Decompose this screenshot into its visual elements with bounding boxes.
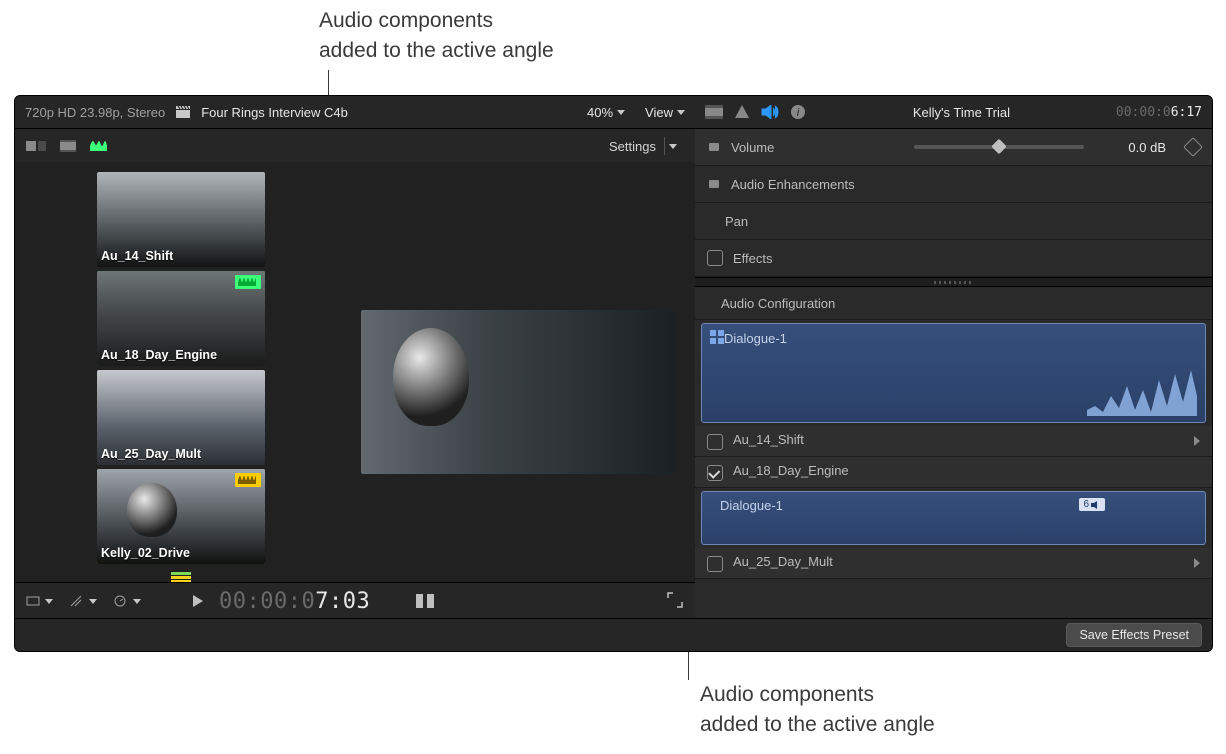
angle-label: Au_25_Day_Mult bbox=[101, 447, 201, 461]
component-checkbox[interactable] bbox=[707, 465, 723, 481]
expand-icon[interactable] bbox=[1194, 436, 1200, 446]
component-dialogue-1-primary[interactable]: Dialogue-1 bbox=[701, 323, 1206, 423]
pan-label: Pan bbox=[725, 214, 1200, 229]
viewer-toolbar: Settings bbox=[15, 129, 695, 164]
multicam-grid-icon bbox=[710, 330, 724, 347]
audio-config-header: Audio Configuration bbox=[695, 287, 1212, 320]
angle-label: Au_18_Day_Engine bbox=[101, 348, 217, 362]
angle-au-25-day-mult[interactable]: Au_25_Day_Mult bbox=[97, 370, 265, 465]
component-name: Dialogue-1 bbox=[724, 331, 787, 346]
component-dialogue-1-sub[interactable]: Dialogue-1 6 bbox=[701, 491, 1206, 545]
preview-image bbox=[393, 328, 469, 426]
timecode-prefix: 00:00:0 bbox=[219, 589, 315, 614]
audio-waveform-icon bbox=[235, 275, 261, 289]
angle-label: Kelly_02_Drive bbox=[101, 546, 190, 560]
component-name: Au_14_Shift bbox=[733, 432, 1184, 447]
chevron-down-icon bbox=[669, 144, 677, 149]
angle-au-14-shift[interactable]: Au_14_Shift bbox=[97, 172, 265, 267]
annotation-top: Audio components added to the active ang… bbox=[319, 6, 554, 67]
angle-au-18-day-engine[interactable]: Au_18_Day_Engine bbox=[97, 271, 265, 366]
viewer-footer bbox=[15, 618, 695, 651]
viewer-clip-title: Four Rings Interview C4b bbox=[201, 105, 577, 120]
audio-enhancements-row: Audio Enhancements bbox=[695, 166, 1212, 203]
component-name: Au_18_Day_Engine bbox=[733, 463, 1190, 478]
pan-row: Pan bbox=[695, 203, 1212, 240]
component-name: Dialogue-1 bbox=[720, 498, 783, 513]
clapperboard-icon bbox=[175, 105, 191, 119]
app-window: 720p HD 23.98p, Stereo Four Rings Interv… bbox=[14, 95, 1213, 652]
chevron-down-icon bbox=[45, 599, 53, 604]
component-checkbox[interactable] bbox=[707, 556, 723, 572]
chevron-down-icon bbox=[677, 110, 685, 115]
chevron-down-icon bbox=[617, 110, 625, 115]
play-button[interactable] bbox=[193, 595, 203, 607]
angle-list: Au_14_Shift Au_18_Day_Engine Au_25_Day_M… bbox=[97, 172, 265, 564]
component-name: Au_25_Day_Mult bbox=[733, 554, 1184, 569]
retime-menu[interactable] bbox=[113, 594, 141, 608]
audio-inspector-tab[interactable] bbox=[761, 103, 779, 121]
disclosure-icon[interactable] bbox=[707, 140, 721, 154]
component-au-25-day-mult[interactable]: Au_25_Day_Mult bbox=[695, 548, 1212, 579]
viewer-view-label: View bbox=[645, 105, 673, 120]
angle-viewer: 720p HD 23.98p, Stereo Four Rings Interv… bbox=[15, 96, 696, 651]
effects-label: Effects bbox=[733, 251, 1200, 266]
viewer-preview bbox=[361, 310, 675, 474]
audio-config-label: Audio Configuration bbox=[721, 296, 835, 311]
color-menu[interactable] bbox=[69, 594, 97, 608]
enhancements-label: Audio Enhancements bbox=[731, 177, 1200, 192]
switch-video-icon[interactable] bbox=[57, 135, 79, 157]
component-au-18-day-engine[interactable]: Au_18_Day_Engine bbox=[695, 457, 1212, 488]
inspector-clip-name: Kelly's Time Trial bbox=[817, 105, 1106, 120]
audio-inspector: i Kelly's Time Trial 00:00:06:17 Volume … bbox=[695, 96, 1212, 651]
volume-value[interactable]: 0.0 dB bbox=[1096, 140, 1166, 155]
inspector-header: i Kelly's Time Trial 00:00:06:17 bbox=[695, 96, 1212, 129]
inspector-footer: Save Effects Preset bbox=[695, 618, 1212, 651]
viewer-zoom-menu[interactable]: 40% bbox=[587, 105, 625, 120]
generator-inspector-tab[interactable] bbox=[733, 103, 751, 121]
component-au-14-shift[interactable]: Au_14_Shift bbox=[695, 426, 1212, 457]
settings-label: Settings bbox=[609, 139, 656, 154]
chevron-down-icon bbox=[89, 599, 97, 604]
timecode-active: 7:03 bbox=[315, 589, 370, 614]
info-inspector-tab[interactable]: i bbox=[789, 103, 807, 121]
switch-audio-icon[interactable] bbox=[89, 135, 111, 157]
loop-indicator-icon bbox=[416, 594, 434, 608]
chevron-down-icon bbox=[133, 599, 141, 604]
section-drag-handle[interactable] bbox=[695, 277, 1212, 287]
surround-channel-badge: 6 bbox=[1079, 498, 1105, 511]
fullscreen-button[interactable] bbox=[667, 592, 683, 611]
inspector-timecode: 00:00:06:17 bbox=[1116, 105, 1202, 120]
viewer-format: 720p HD 23.98p, Stereo bbox=[25, 105, 165, 120]
viewer-view-menu[interactable]: View bbox=[645, 105, 685, 120]
keyframe-button[interactable] bbox=[1183, 137, 1203, 157]
effects-row: Effects bbox=[695, 240, 1212, 277]
viewer-timecode[interactable]: 00:00:07:03 bbox=[219, 589, 370, 614]
waveform-icon bbox=[1087, 366, 1197, 416]
video-inspector-tab[interactable] bbox=[705, 103, 723, 121]
switch-video-audio-icon[interactable] bbox=[25, 135, 47, 157]
viewer-transport-bar: 00:00:07:03 bbox=[15, 582, 695, 619]
viewer-title-bar: 720p HD 23.98p, Stereo Four Rings Interv… bbox=[15, 96, 695, 129]
volume-slider[interactable] bbox=[914, 145, 1084, 149]
transform-menu[interactable] bbox=[25, 594, 53, 608]
save-effects-preset-button[interactable]: Save Effects Preset bbox=[1066, 623, 1202, 647]
angle-kelly-02-drive[interactable]: Kelly_02_Drive bbox=[97, 469, 265, 564]
disclosure-icon[interactable] bbox=[707, 177, 721, 191]
effects-checkbox[interactable] bbox=[707, 250, 723, 266]
annotation-bottom: Audio components added to the active ang… bbox=[700, 680, 935, 741]
angle-label: Au_14_Shift bbox=[101, 249, 173, 263]
component-checkbox[interactable] bbox=[707, 434, 723, 450]
viewer-body: Au_14_Shift Au_18_Day_Engine Au_25_Day_M… bbox=[15, 162, 695, 582]
expand-icon[interactable] bbox=[1194, 558, 1200, 568]
volume-label: Volume bbox=[731, 140, 914, 155]
angle-settings-menu[interactable]: Settings bbox=[601, 135, 685, 157]
volume-row: Volume 0.0 dB bbox=[695, 129, 1212, 166]
audio-waveform-icon bbox=[235, 473, 261, 487]
viewer-zoom-value: 40% bbox=[587, 105, 613, 120]
